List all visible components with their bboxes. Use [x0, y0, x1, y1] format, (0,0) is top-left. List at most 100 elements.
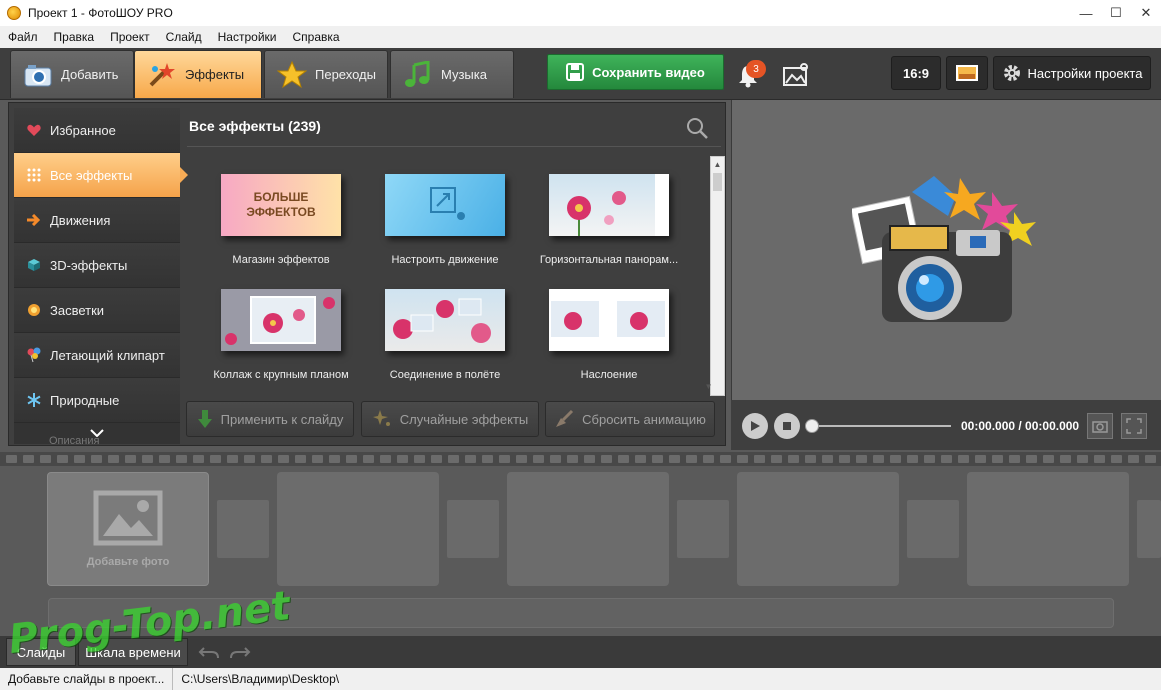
film-perforation: [958, 455, 969, 463]
film-perforation: [1128, 455, 1139, 463]
transition-slot[interactable]: [447, 500, 499, 558]
film-perforation: [193, 455, 204, 463]
category-nature[interactable]: Природные: [14, 378, 180, 423]
category-flying-clipart[interactable]: Летающий клипарт: [14, 333, 180, 378]
scroll-down-icon[interactable]: ▼: [702, 379, 715, 393]
preview-area: [731, 100, 1161, 400]
tab-effects[interactable]: Эффекты: [134, 50, 262, 98]
save-video-button[interactable]: Сохранить видео: [547, 54, 724, 90]
fullscreen-button[interactable]: [1121, 413, 1147, 439]
camera-logo-icon: [852, 176, 1036, 322]
category-label: 3D-эффекты: [50, 257, 128, 273]
slide-slot[interactable]: [507, 472, 669, 586]
menu-edit[interactable]: Правка: [54, 30, 95, 44]
effect-label: Соединение в полёте: [389, 369, 501, 381]
shop-thumb-text: БОЛЬШЕ ЭФФЕКТОВ: [246, 190, 316, 219]
menu-file[interactable]: Файл: [8, 30, 38, 44]
add-photo-slot[interactable]: Добавьте фото: [47, 472, 209, 586]
film-perforation: [380, 455, 391, 463]
background-button[interactable]: [946, 56, 988, 90]
category-3d[interactable]: 3D-эффекты: [14, 243, 180, 288]
effect-item[interactable]: Настроить движение: [365, 174, 525, 266]
menu-bar: Файл Правка Проект Слайд Настройки Справ…: [0, 26, 1161, 48]
category-light-leaks[interactable]: Засветки: [14, 288, 180, 333]
search-icon[interactable]: [685, 116, 709, 140]
redo-icon[interactable]: [229, 644, 251, 660]
film-perforation: [584, 455, 595, 463]
tab-add-label: Добавить: [61, 67, 119, 82]
film-perforation: [431, 455, 442, 463]
film-perforation: [414, 455, 425, 463]
main-toolbar: Добавить Эффекты Переходы Музыка Сохрани…: [0, 48, 1161, 100]
film-perforation: [397, 455, 408, 463]
film-perforation: [1111, 455, 1122, 463]
project-settings-button[interactable]: Настройки проекта: [993, 56, 1151, 90]
film-perforation: [210, 455, 221, 463]
effect-label: Наслоение: [580, 369, 638, 381]
film-perforation: [941, 455, 952, 463]
category-favorites[interactable]: Избранное: [14, 108, 180, 153]
film-perforation: [856, 455, 867, 463]
transition-slot[interactable]: [677, 500, 729, 558]
minimize-button[interactable]: —: [1071, 0, 1101, 26]
category-list: Избранное Все эффекты Движения 3D-эффект…: [14, 108, 188, 444]
slide-slot[interactable]: [277, 472, 439, 586]
random-effects-button[interactable]: Случайные эффекты: [361, 401, 539, 437]
menu-project[interactable]: Проект: [110, 30, 150, 44]
film-perforation: [618, 455, 629, 463]
apply-to-slide-button[interactable]: Применить к слайду: [186, 401, 354, 437]
category-motion[interactable]: Движения: [14, 198, 180, 243]
tab-transitions-label: Переходы: [315, 67, 376, 82]
film-perforation: [142, 455, 153, 463]
category-all-effects[interactable]: Все эффекты: [14, 153, 188, 198]
heart-icon: [26, 122, 42, 138]
scroll-up-icon[interactable]: ▲: [711, 157, 724, 171]
film-perforations-top: [0, 452, 1161, 466]
tab-add[interactable]: Добавить: [10, 50, 134, 98]
film-perforation: [1077, 455, 1088, 463]
effects-title: Все эффекты (239): [189, 118, 321, 134]
play-button[interactable]: [742, 413, 768, 439]
effect-item[interactable]: Коллаж с крупным планом: [201, 289, 361, 381]
film-perforation: [822, 455, 833, 463]
stop-button[interactable]: [774, 413, 800, 439]
effect-thumbnail: [549, 289, 669, 351]
transition-slot[interactable]: [217, 500, 269, 558]
title-bar: Проект 1 - ФотоШОУ PRO — ☐ ✕: [0, 0, 1161, 26]
film-perforation: [499, 455, 510, 463]
maximize-button[interactable]: ☐: [1101, 0, 1131, 26]
overlay-photo-icon: [551, 301, 665, 337]
arrow-icon: [26, 212, 42, 228]
reset-animation-button[interactable]: Сбросить анимацию: [545, 401, 715, 437]
reset-label: Сбросить анимацию: [582, 411, 706, 427]
tab-transitions[interactable]: Переходы: [264, 50, 388, 98]
slide-slot[interactable]: [737, 472, 899, 586]
film-perforation: [873, 455, 884, 463]
effect-item[interactable]: Соединение в полёте: [365, 289, 525, 381]
close-button[interactable]: ✕: [1131, 0, 1161, 26]
picture-icon[interactable]: [782, 62, 810, 88]
random-label: Случайные эффекты: [399, 411, 529, 427]
effect-item[interactable]: Горизонтальная панорам...: [529, 174, 689, 266]
seek-track[interactable]: [811, 425, 951, 427]
film-perforation: [91, 455, 102, 463]
menu-settings[interactable]: Настройки: [218, 30, 277, 44]
scroll-thumb[interactable]: [713, 173, 722, 191]
effect-item[interactable]: БОЛЬШЕ ЭФФЕКТОВ Магазин эффектов: [201, 174, 361, 266]
snapshot-button[interactable]: [1087, 413, 1113, 439]
slide-slot[interactable]: [967, 472, 1129, 586]
aspect-ratio-button[interactable]: 16:9: [891, 56, 941, 90]
tab-music[interactable]: Музыка: [390, 50, 514, 98]
seek-handle[interactable]: [805, 419, 819, 433]
effect-item[interactable]: Наслоение: [529, 289, 689, 381]
effects-scrollbar[interactable]: ▲: [710, 156, 725, 396]
snowflake-icon: [26, 392, 42, 408]
floppy-icon: [566, 63, 585, 81]
menu-help[interactable]: Справка: [292, 30, 339, 44]
transition-slot[interactable]: [907, 500, 959, 558]
undo-icon[interactable]: [198, 644, 220, 660]
menu-slide[interactable]: Слайд: [166, 30, 202, 44]
film-perforation: [635, 455, 646, 463]
category-label: Природные: [50, 392, 120, 408]
transition-slot[interactable]: [1137, 500, 1161, 558]
